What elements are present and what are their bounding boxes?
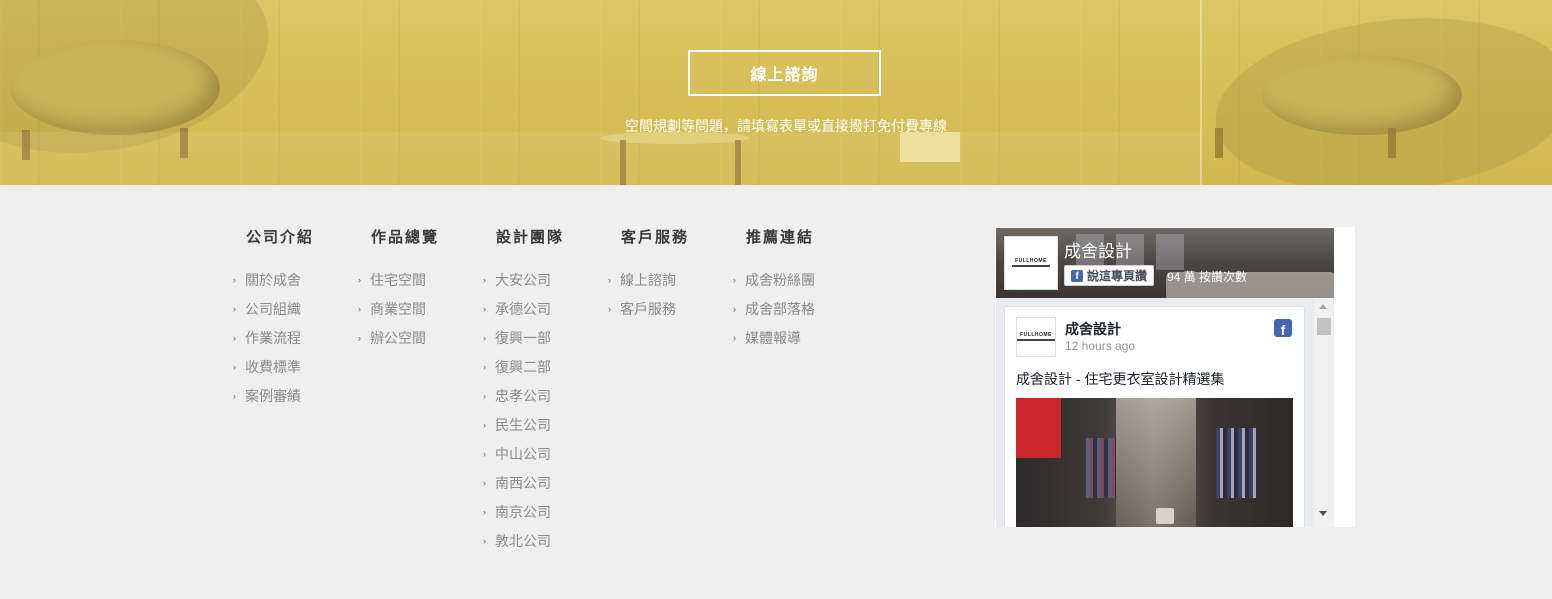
footer-link[interactable]: › 案例審績 — [233, 387, 314, 416]
footer-column-portfolio: 作品總覽 › 住宅空間 › 商業空間 › 辦公空間 — [358, 228, 439, 358]
footer-link[interactable]: › 收費標準 — [233, 358, 314, 387]
footer-heading: 作品總覽 — [371, 229, 440, 246]
footer-link[interactable]: › 辦公空間 — [358, 329, 439, 358]
footer-link[interactable]: › 媒體報導 — [733, 329, 815, 358]
footer-link[interactable]: › 南京公司 — [483, 503, 564, 532]
fullhome-logo: FULLHOME — [1017, 332, 1055, 342]
footer-link[interactable]: › 敦北公司 — [483, 532, 564, 561]
chevron-right-icon: › — [483, 449, 486, 459]
footer-column-company: 公司介紹 › 關於成舍 › 公司組織 › 作業流程 › 收費標準 › 案例審績 — [233, 228, 314, 416]
chevron-right-icon: › — [483, 536, 486, 546]
footer-link[interactable]: › 線上諮詢 — [608, 271, 689, 300]
chevron-right-icon: › — [483, 304, 486, 314]
footer-link[interactable]: › 南西公司 — [483, 474, 564, 503]
scroll-up-icon[interactable] — [1319, 304, 1327, 309]
chevron-right-icon: › — [483, 333, 486, 343]
online-consultation-button[interactable]: 線上諮詢 — [688, 50, 881, 96]
facebook-cover-image[interactable]: FULLHOME 成舍設計 f 說這專頁讚 94 萬 按讚次數 — [996, 228, 1334, 298]
consultation-subtext: 空間規劃等問題，請填寫表單或直接撥打免付費專線 — [625, 118, 947, 134]
image-decoration — [1216, 428, 1256, 498]
chevron-right-icon: › — [358, 275, 361, 285]
footer-link[interactable]: › 作業流程 — [233, 329, 314, 358]
footer-link[interactable]: › 關於成舍 — [233, 271, 314, 300]
facebook-post[interactable]: FULLHOME 成舍設計 12 hours ago f 成舍設計 - 住宅更衣… — [1004, 306, 1305, 527]
chevron-right-icon: › — [233, 304, 236, 314]
footer-heading: 客戶服務 — [621, 229, 690, 246]
facebook-icon: f — [1071, 269, 1083, 282]
chevron-right-icon: › — [608, 275, 611, 285]
post-author[interactable]: 成舍設計 — [1065, 319, 1121, 339]
footer-heading: 公司介紹 — [246, 229, 315, 246]
chevron-right-icon: › — [483, 362, 486, 372]
scroll-down-icon[interactable] — [1319, 511, 1327, 516]
chevron-right-icon: › — [483, 507, 486, 517]
footer-link[interactable]: › 成舍粉絲團 — [733, 271, 815, 300]
chevron-right-icon: › — [233, 333, 236, 343]
footer-link[interactable]: › 民生公司 — [483, 416, 564, 445]
footer-link[interactable]: › 忠孝公司 — [483, 387, 564, 416]
chevron-right-icon: › — [608, 304, 611, 314]
banner-divider — [1200, 0, 1202, 185]
scrollbar-thumb[interactable] — [1317, 318, 1331, 335]
image-decoration — [1156, 508, 1174, 524]
footer-heading: 推薦連結 — [746, 229, 815, 246]
feed-scrollbar[interactable] — [1314, 298, 1333, 527]
footer-link[interactable]: › 復興二部 — [483, 358, 564, 387]
post-text: 成舍設計 - 住宅更衣室設計精選集 — [1016, 371, 1225, 387]
like-count: 94 萬 按讚次數 — [1167, 270, 1248, 284]
consultation-banner: 線上諮詢 空間規劃等問題，請填寫表單或直接撥打免付費專線 — [0, 0, 1552, 185]
chevron-right-icon: › — [483, 275, 486, 285]
footer-link[interactable]: › 承德公司 — [483, 300, 564, 329]
chevron-right-icon: › — [733, 275, 736, 285]
footer-column-design-team: 設計團隊 › 大安公司 › 承德公司 › 復興一部 › 復興二部 › 忠孝公司 › 民生公司… — [483, 228, 564, 561]
chevron-right-icon: › — [733, 304, 736, 314]
footer-link[interactable]: › 復興一部 — [483, 329, 564, 358]
chevron-right-icon: › — [358, 304, 361, 314]
chevron-right-icon: › — [358, 333, 361, 343]
avatar[interactable]: FULLHOME — [1016, 317, 1056, 357]
post-image[interactable] — [1016, 398, 1293, 527]
chevron-right-icon: › — [233, 275, 236, 285]
page-name-link[interactable]: 成舍設計 — [1064, 237, 1132, 262]
chevron-right-icon: › — [233, 362, 236, 372]
post-timestamp[interactable]: 12 hours ago — [1065, 339, 1135, 353]
like-page-button[interactable]: f 說這專頁讚 — [1064, 265, 1155, 286]
footer-column-customer-service: 客戶服務 › 線上諮詢 › 客戶服務 — [608, 228, 689, 329]
chevron-right-icon: › — [483, 478, 486, 488]
cover-window-decoration — [1156, 234, 1184, 270]
fullhome-logo: FULLHOME — [1011, 258, 1051, 268]
chevron-right-icon: › — [733, 333, 736, 343]
footer-link[interactable]: › 大安公司 — [483, 271, 564, 300]
image-decoration — [1086, 438, 1116, 498]
footer-heading: 設計團隊 — [496, 229, 565, 246]
footer-column-links: 推薦連結 › 成舍粉絲團 › 成舍部落格 › 媒體報導 — [733, 228, 815, 358]
footer-link[interactable]: › 成舍部落格 — [733, 300, 815, 329]
facebook-icon[interactable]: f — [1274, 319, 1292, 337]
facebook-page-widget: FULLHOME 成舍設計 f 說這專頁讚 94 萬 按讚次數 FULLHOME… — [995, 227, 1355, 527]
footer-link[interactable]: › 客戶服務 — [608, 300, 689, 329]
chevron-right-icon: › — [483, 391, 486, 401]
footer-link[interactable]: › 中山公司 — [483, 445, 564, 474]
footer-link[interactable]: › 住宅空間 — [358, 271, 439, 300]
footer-link[interactable]: › 商業空間 — [358, 300, 439, 329]
footer-link[interactable]: › 公司組織 — [233, 300, 314, 329]
chevron-right-icon: › — [483, 420, 486, 430]
banner-overlay — [0, 132, 1201, 185]
facebook-feed[interactable]: FULLHOME 成舍設計 12 hours ago f 成舍設計 - 住宅更衣… — [996, 298, 1334, 527]
page-logo[interactable]: FULLHOME — [1004, 236, 1058, 290]
chevron-right-icon: › — [233, 391, 236, 401]
image-decoration — [1016, 398, 1061, 458]
